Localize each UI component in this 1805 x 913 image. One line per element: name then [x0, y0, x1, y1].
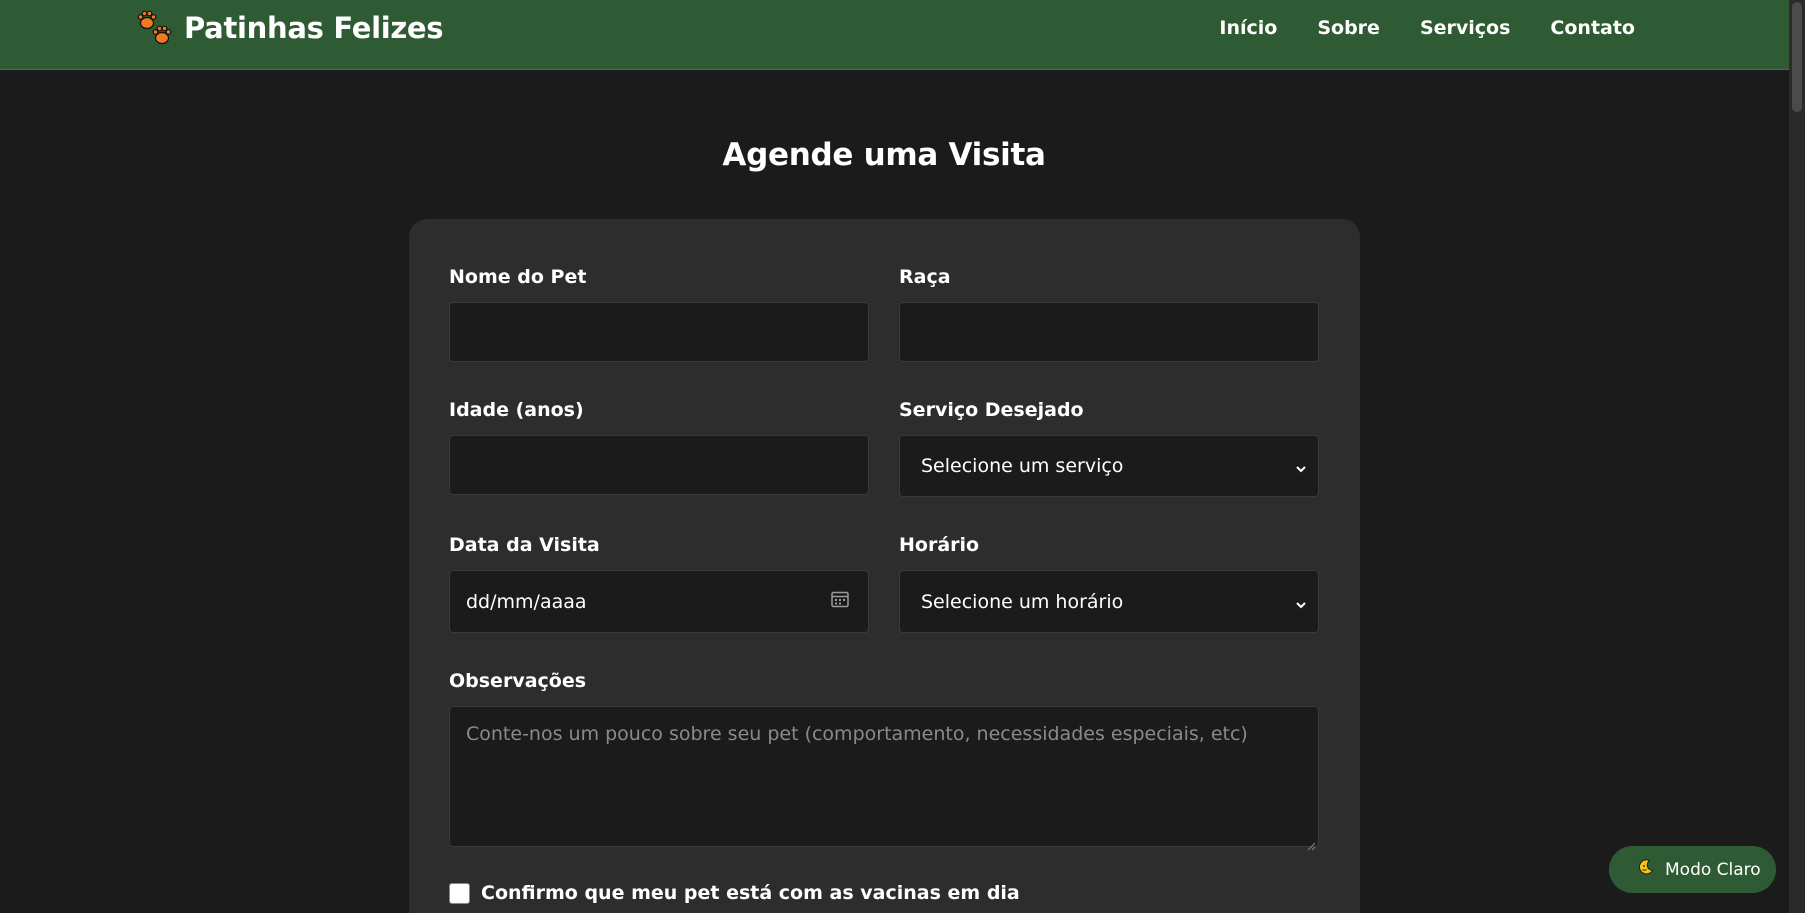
pet-name-input[interactable]	[449, 302, 869, 362]
time-label: Horário	[899, 534, 980, 556]
age-label: Idade (anos)	[449, 399, 584, 421]
brand[interactable]: Patinhas Felizes	[136, 8, 444, 48]
visit-date-input[interactable]: dd/mm/aaaa	[449, 570, 869, 633]
date-placeholder: dd/mm/aaaa	[466, 590, 587, 613]
scrollbar-thumb[interactable]	[1792, 2, 1802, 112]
chevron-down-icon	[1294, 459, 1308, 473]
nav-link-contato[interactable]: Contato	[1550, 17, 1635, 39]
vaccine-checkbox-label[interactable]: Confirmo que meu pet está com as vacinas…	[481, 882, 1020, 904]
nav-link-inicio[interactable]: Início	[1219, 17, 1277, 39]
breed-input[interactable]	[899, 302, 1319, 362]
nav-link-servicos[interactable]: Serviços	[1420, 17, 1510, 39]
service-select-value: Selecione um serviço	[921, 455, 1124, 477]
service-label: Serviço Desejado	[899, 399, 1084, 421]
nav-link-sobre[interactable]: Sobre	[1317, 17, 1380, 39]
main-nav: Início Sobre Serviços Contato	[1219, 14, 1635, 42]
notes-textarea[interactable]: Conte-nos um pouco sobre seu pet (compor…	[449, 706, 1319, 851]
page: Patinhas Felizes Início Sobre Serviços C…	[0, 0, 1805, 913]
resize-handle-icon[interactable]	[1306, 834, 1316, 851]
moon-icon	[1637, 858, 1655, 881]
chevron-down-icon	[1294, 595, 1308, 609]
service-select[interactable]: Selecione um serviço	[899, 435, 1319, 497]
time-select[interactable]: Selecione um horário	[899, 570, 1319, 633]
time-select-value: Selecione um horário	[921, 590, 1124, 613]
date-label: Data da Visita	[449, 534, 600, 556]
breed-label: Raça	[899, 266, 951, 288]
theme-toggle-button[interactable]: Modo Claro	[1609, 846, 1776, 893]
pet-name-label: Nome do Pet	[449, 266, 587, 288]
calendar-icon[interactable]	[830, 589, 850, 614]
theme-toggle-label: Modo Claro	[1665, 859, 1761, 880]
top-navbar: Patinhas Felizes Início Sobre Serviços C…	[0, 0, 1805, 70]
age-input[interactable]	[449, 435, 869, 495]
vaccine-confirm-row[interactable]: Confirmo que meu pet está com as vacinas…	[449, 882, 1020, 904]
page-scrollbar[interactable]	[1789, 0, 1805, 913]
notes-label: Observações	[449, 670, 587, 692]
page-title: Agende uma Visita	[722, 137, 1046, 173]
vaccine-checkbox[interactable]	[449, 882, 470, 904]
brand-name: Patinhas Felizes	[184, 11, 444, 45]
paw-icon	[136, 10, 174, 46]
notes-placeholder: Conte-nos um pouco sobre seu pet (compor…	[466, 723, 1248, 745]
